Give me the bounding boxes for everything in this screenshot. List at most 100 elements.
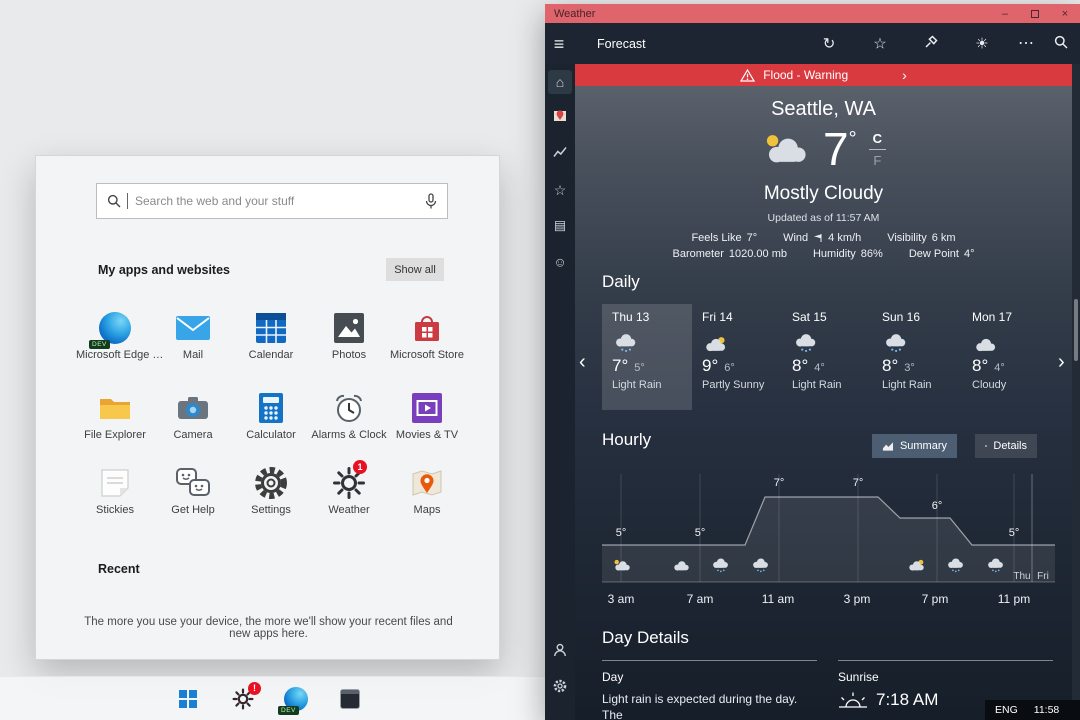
- brightness-sun-icon[interactable]: ☀: [975, 36, 988, 51]
- alert-banner[interactable]: Flood - Warning ›: [575, 64, 1072, 86]
- forecast-content: Seattle, WA 7° C F Mostly Cloudy Updated…: [575, 86, 1072, 720]
- daily-card-thu[interactable]: Thu 13 7° 5° Light Rain: [602, 304, 692, 410]
- hourly-temp-label: 5°: [694, 527, 706, 539]
- scrollbar-thumb[interactable]: [1074, 299, 1078, 361]
- light-rain-icon: [792, 331, 818, 353]
- news-icon[interactable]: ▤: [554, 219, 566, 232]
- taskbar-edge-button[interactable]: DEV: [278, 686, 308, 715]
- scrollbar[interactable]: [1072, 64, 1080, 720]
- sunrise-icon: [839, 692, 867, 708]
- updated-text: Updated as of 11:57 AM: [767, 212, 880, 224]
- time-axis-label: 3 am: [607, 592, 635, 606]
- app-label: Get Help: [171, 504, 215, 516]
- app-tile-movies[interactable]: Movies & TV: [388, 389, 466, 441]
- app-tile-store[interactable]: Microsoft Store: [388, 309, 466, 361]
- app-tile-settings[interactable]: Settings: [232, 464, 310, 516]
- file-explorer-icon: [96, 389, 134, 427]
- language-indicator[interactable]: ENG: [995, 704, 1018, 716]
- rain-icon: [985, 556, 1005, 578]
- time-axis-label: 11 pm: [997, 592, 1031, 606]
- app-label: Photos: [331, 349, 367, 361]
- daily-forecast-cards: Thu 13 7° 5° Light Rain Fri 14 9° 6° Partl…: [602, 304, 1052, 410]
- mostly-cloudy-icon: [761, 133, 811, 166]
- app-tile-alarms[interactable]: Alarms & Clock: [310, 389, 388, 441]
- search-box[interactable]: [96, 183, 448, 219]
- refresh-icon[interactable]: ↻: [823, 36, 836, 51]
- maximize-button[interactable]: [1020, 4, 1050, 23]
- alert-text: Flood - Warning: [763, 68, 849, 82]
- app-label: Microsoft Store: [390, 349, 464, 361]
- app-tile-edge[interactable]: DEV Microsoft Edge …: [76, 309, 163, 361]
- calculator-icon: [252, 389, 290, 427]
- app-label: Alarms & Clock: [311, 429, 387, 441]
- app-label: Calendar: [248, 349, 294, 361]
- start-button[interactable]: [179, 689, 197, 708]
- hourly-heading: Hourly: [602, 430, 652, 449]
- microphone-icon[interactable]: [425, 192, 437, 210]
- home-icon[interactable]: ⌂: [556, 75, 564, 89]
- account-person-icon[interactable]: [553, 643, 567, 661]
- taskbar-weather-alert-button[interactable]: !: [232, 681, 261, 710]
- rain-icon: [710, 556, 730, 578]
- daily-card-mon[interactable]: Mon 17 8° 4° Cloudy: [962, 304, 1052, 410]
- hourly-temp-label: 6°: [931, 500, 943, 512]
- app-tile-maps[interactable]: Maps: [388, 464, 466, 516]
- app-label: Camera: [173, 429, 213, 441]
- daily-card-sun[interactable]: Sun 16 8° 3° Light Rain: [872, 304, 962, 410]
- stats-row-1: Feels Like 7° Wind 4 km/h Visibility 6 km: [691, 232, 956, 244]
- more-icon[interactable]: ⋯: [1018, 35, 1034, 52]
- summary-chart-icon: [882, 441, 894, 451]
- time-axis-label: 7 am: [686, 592, 714, 606]
- taskbar: ! DEV: [0, 676, 545, 720]
- app-tile-stickies[interactable]: Stickies: [76, 464, 154, 516]
- calendar-icon: [252, 309, 290, 347]
- favorite-star-icon[interactable]: ☆: [873, 36, 886, 51]
- app-tile-calendar[interactable]: Calendar: [232, 309, 310, 361]
- movies-tv-icon: [408, 389, 446, 427]
- app-tile-mail[interactable]: Mail: [154, 309, 232, 361]
- taskbar-app-window-button[interactable]: [340, 688, 360, 709]
- app-tile-calculator[interactable]: Calculator: [232, 389, 310, 441]
- app-tile-photos[interactable]: Photos: [310, 309, 388, 361]
- celsius-toggle[interactable]: C: [868, 131, 886, 150]
- pin-icon[interactable]: [924, 34, 938, 53]
- page-title: Forecast: [597, 36, 646, 51]
- alert-chevron-icon[interactable]: ›: [902, 67, 907, 83]
- search-icon[interactable]: [1054, 35, 1068, 53]
- daily-card-sat[interactable]: Sat 15 8° 4° Light Rain: [782, 304, 872, 410]
- app-tile-camera[interactable]: Camera: [154, 389, 232, 441]
- light-rain-icon: [882, 331, 908, 353]
- rain-icon: [750, 556, 770, 578]
- edge-icon: DEV: [89, 309, 134, 349]
- fahrenheit-toggle[interactable]: F: [873, 150, 881, 168]
- dev-badge: DEV: [89, 340, 110, 349]
- hourly-temp-label: 5°: [1008, 527, 1020, 539]
- minimize-button[interactable]: –: [990, 4, 1020, 23]
- daily-card-fri[interactable]: Fri 14 9° 6° Partly Sunny: [692, 304, 782, 410]
- maps-icon[interactable]: [553, 109, 567, 127]
- app-label: Weather: [328, 504, 370, 516]
- summary-button[interactable]: Summary: [872, 434, 957, 458]
- daily-prev-chevron-icon[interactable]: ‹: [579, 352, 586, 372]
- app-tile-get-help[interactable]: Get Help: [154, 464, 232, 516]
- details-button[interactable]: Details: [975, 434, 1037, 458]
- show-all-button[interactable]: Show all: [386, 258, 444, 281]
- window-title: Weather: [554, 7, 596, 20]
- app-label: Mail: [182, 349, 204, 361]
- app-tile-weather[interactable]: 1 Weather: [310, 460, 388, 516]
- history-chart-icon[interactable]: [553, 146, 567, 162]
- settings-gear-icon[interactable]: [553, 679, 568, 698]
- menu-icon[interactable]: ≡: [554, 35, 565, 53]
- feedback-smiley-icon[interactable]: ☺: [553, 256, 566, 269]
- clock[interactable]: 11:58: [1034, 704, 1060, 716]
- favorites-star-icon[interactable]: ☆: [554, 183, 567, 197]
- day-marker: Thu: [1013, 571, 1031, 582]
- search-input[interactable]: [128, 193, 425, 209]
- daily-next-chevron-icon[interactable]: ›: [1058, 352, 1065, 372]
- weather-window: Weather – × ≡ Forecast ↻ ☆ ☀ ⋯ ⌂ ☆ ▤ ☺ S…: [545, 4, 1080, 720]
- app-label: Calculator: [246, 429, 296, 441]
- close-button[interactable]: ×: [1050, 4, 1080, 23]
- app-tile-file-explorer[interactable]: File Explorer: [76, 389, 154, 441]
- store-icon: [408, 309, 446, 347]
- unit-toggle[interactable]: C F: [868, 131, 886, 168]
